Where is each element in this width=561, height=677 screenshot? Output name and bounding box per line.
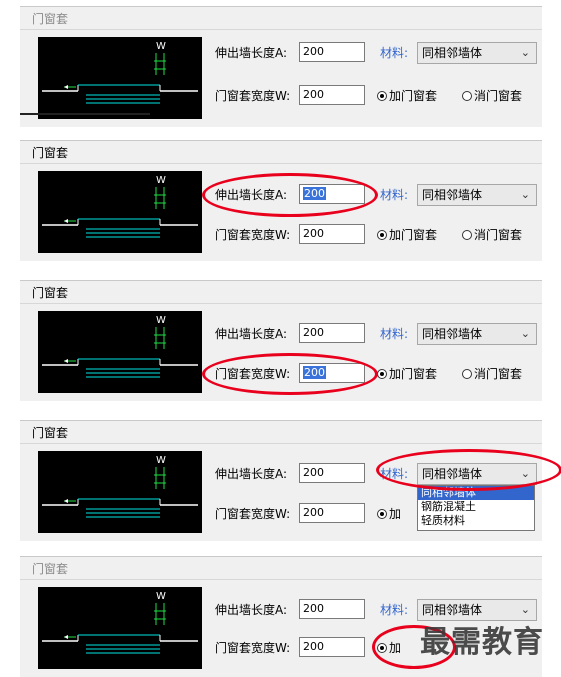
material-option[interactable]: 钢筋混凝土: [418, 500, 534, 514]
dialog-title: 门窗套: [32, 12, 69, 26]
length-input[interactable]: 200: [299, 599, 365, 619]
divider: [20, 113, 150, 115]
remove-trim-radio[interactable]: 消门窗套: [462, 87, 522, 104]
dialog-title: 门窗套: [32, 426, 69, 440]
width-value: 200: [303, 640, 324, 653]
material-label: 材料:: [380, 46, 409, 60]
width-label: 门窗套宽度W:: [215, 89, 291, 103]
highlight-ring: [202, 173, 378, 217]
radio-selected-icon: [377, 91, 387, 101]
add-trim-radio[interactable]: 加门窗套: [377, 87, 437, 104]
door-window-trim-dialog-2: 门窗套 W 伸出墙长度A: 200 门窗套宽度W: 200 材料: 同相邻墙体 ⌄…: [20, 140, 542, 261]
width-label: 门窗套宽度W:: [215, 507, 291, 521]
remove-trim-label: 消门窗套: [474, 367, 523, 381]
trim-preview-drawing: W: [42, 41, 198, 104]
width-value: 200: [303, 227, 324, 240]
preview-w-label: W: [156, 455, 166, 466]
material-label: 材料:: [380, 188, 409, 202]
remove-trim-radio[interactable]: 消门窗套: [462, 365, 522, 382]
width-value: 200: [303, 506, 324, 519]
material-dropdown-list: 同相邻墙体 钢筋混凝土 轻质材料: [417, 485, 535, 531]
length-value: 200: [303, 45, 324, 58]
door-window-trim-dialog-1: 门窗套 W 伸出墙长度A: 200 门窗套宽度W: 200 材料: 同相邻墙体 ⌄…: [20, 6, 542, 127]
length-label: 伸出墙长度A:: [215, 46, 288, 60]
add-trim-label: 加门窗套: [389, 89, 438, 103]
title-separator: [20, 163, 542, 164]
radio-empty-icon: [462, 230, 472, 240]
width-value: 200: [303, 88, 324, 101]
title-separator: [20, 579, 542, 580]
dialog-title: 门窗套: [32, 146, 69, 160]
remove-trim-label: 消门窗套: [474, 228, 523, 242]
radio-selected-icon: [377, 369, 387, 379]
trim-preview: W: [38, 587, 202, 669]
width-label: 门窗套宽度W:: [215, 641, 291, 655]
preview-w-label: W: [156, 41, 166, 52]
length-input[interactable]: 200: [299, 463, 365, 483]
remove-trim-radio[interactable]: 消门窗套: [462, 226, 522, 243]
title-separator: [20, 303, 542, 304]
material-value: 同相邻墙体: [422, 603, 483, 617]
length-value: 200: [303, 326, 324, 339]
title-separator: [20, 29, 542, 30]
chevron-down-icon: ⌄: [520, 327, 530, 340]
length-label: 伸出墙长度A:: [215, 467, 288, 481]
preview-w-label: W: [156, 175, 166, 186]
material-combo[interactable]: 同相邻墙体 ⌄: [417, 184, 537, 206]
length-label: 伸出墙长度A:: [215, 327, 288, 341]
length-value: 200: [303, 602, 324, 615]
radio-empty-icon: [462, 91, 472, 101]
trim-preview-drawing: W: [42, 591, 198, 654]
add-trim-radio[interactable]: 加: [377, 505, 401, 522]
highlight-ring: [376, 449, 561, 491]
width-label: 门窗套宽度W:: [215, 228, 291, 242]
radio-selected-icon: [377, 509, 387, 519]
door-window-trim-dialog-4: 门窗套 W 伸出墙长度A: 200 门窗套宽度W: 200 材料: 同相邻墙体 ⌄…: [20, 420, 561, 541]
material-option[interactable]: 轻质材料: [418, 514, 534, 528]
trim-preview-drawing: W: [42, 455, 198, 518]
watermark-logo: 最需教育: [420, 625, 544, 660]
trim-preview: W: [38, 171, 202, 253]
radio-selected-icon: [377, 230, 387, 240]
material-value: 同相邻墙体: [422, 188, 483, 202]
trim-preview: W: [38, 37, 202, 119]
add-trim-label-partial: 加: [389, 507, 402, 521]
highlight-ring: [202, 353, 378, 395]
dialog-title: 门窗套: [32, 562, 69, 576]
door-window-trim-dialog-3: 门窗套 W 伸出墙长度A: 200 门窗套宽度W: 200 材料: 同相邻墙体 ⌄…: [20, 280, 542, 401]
chevron-down-icon: ⌄: [520, 46, 530, 59]
material-value: 同相邻墙体: [422, 46, 483, 60]
length-input[interactable]: 200: [299, 323, 365, 343]
preview-w-label: W: [156, 591, 166, 602]
width-input[interactable]: 200: [299, 224, 365, 244]
length-input[interactable]: 200: [299, 42, 365, 62]
preview-w-label: W: [156, 315, 166, 326]
trim-preview: W: [38, 311, 202, 393]
chevron-down-icon: ⌄: [520, 188, 530, 201]
width-input[interactable]: 200: [299, 503, 365, 523]
width-input[interactable]: 200: [299, 637, 365, 657]
material-combo[interactable]: 同相邻墙体 ⌄: [417, 42, 537, 64]
material-combo[interactable]: 同相邻墙体 ⌄: [417, 323, 537, 345]
material-label: 材料:: [380, 327, 409, 341]
trim-preview: W: [38, 451, 202, 533]
add-trim-label: 加门窗套: [389, 367, 438, 381]
add-trim-radio[interactable]: 加门窗套: [377, 365, 437, 382]
material-value: 同相邻墙体: [422, 327, 483, 341]
trim-preview-drawing: W: [42, 175, 198, 238]
add-trim-radio[interactable]: 加门窗套: [377, 226, 437, 243]
width-input[interactable]: 200: [299, 85, 365, 105]
radio-empty-icon: [462, 369, 472, 379]
length-label: 伸出墙长度A:: [215, 603, 288, 617]
remove-trim-label: 消门窗套: [474, 89, 523, 103]
add-trim-label: 加门窗套: [389, 228, 438, 242]
title-separator: [20, 443, 542, 444]
material-label: 材料:: [380, 603, 409, 617]
length-value: 200: [303, 466, 324, 479]
trim-preview-drawing: W: [42, 315, 198, 378]
dialog-title: 门窗套: [32, 286, 69, 300]
